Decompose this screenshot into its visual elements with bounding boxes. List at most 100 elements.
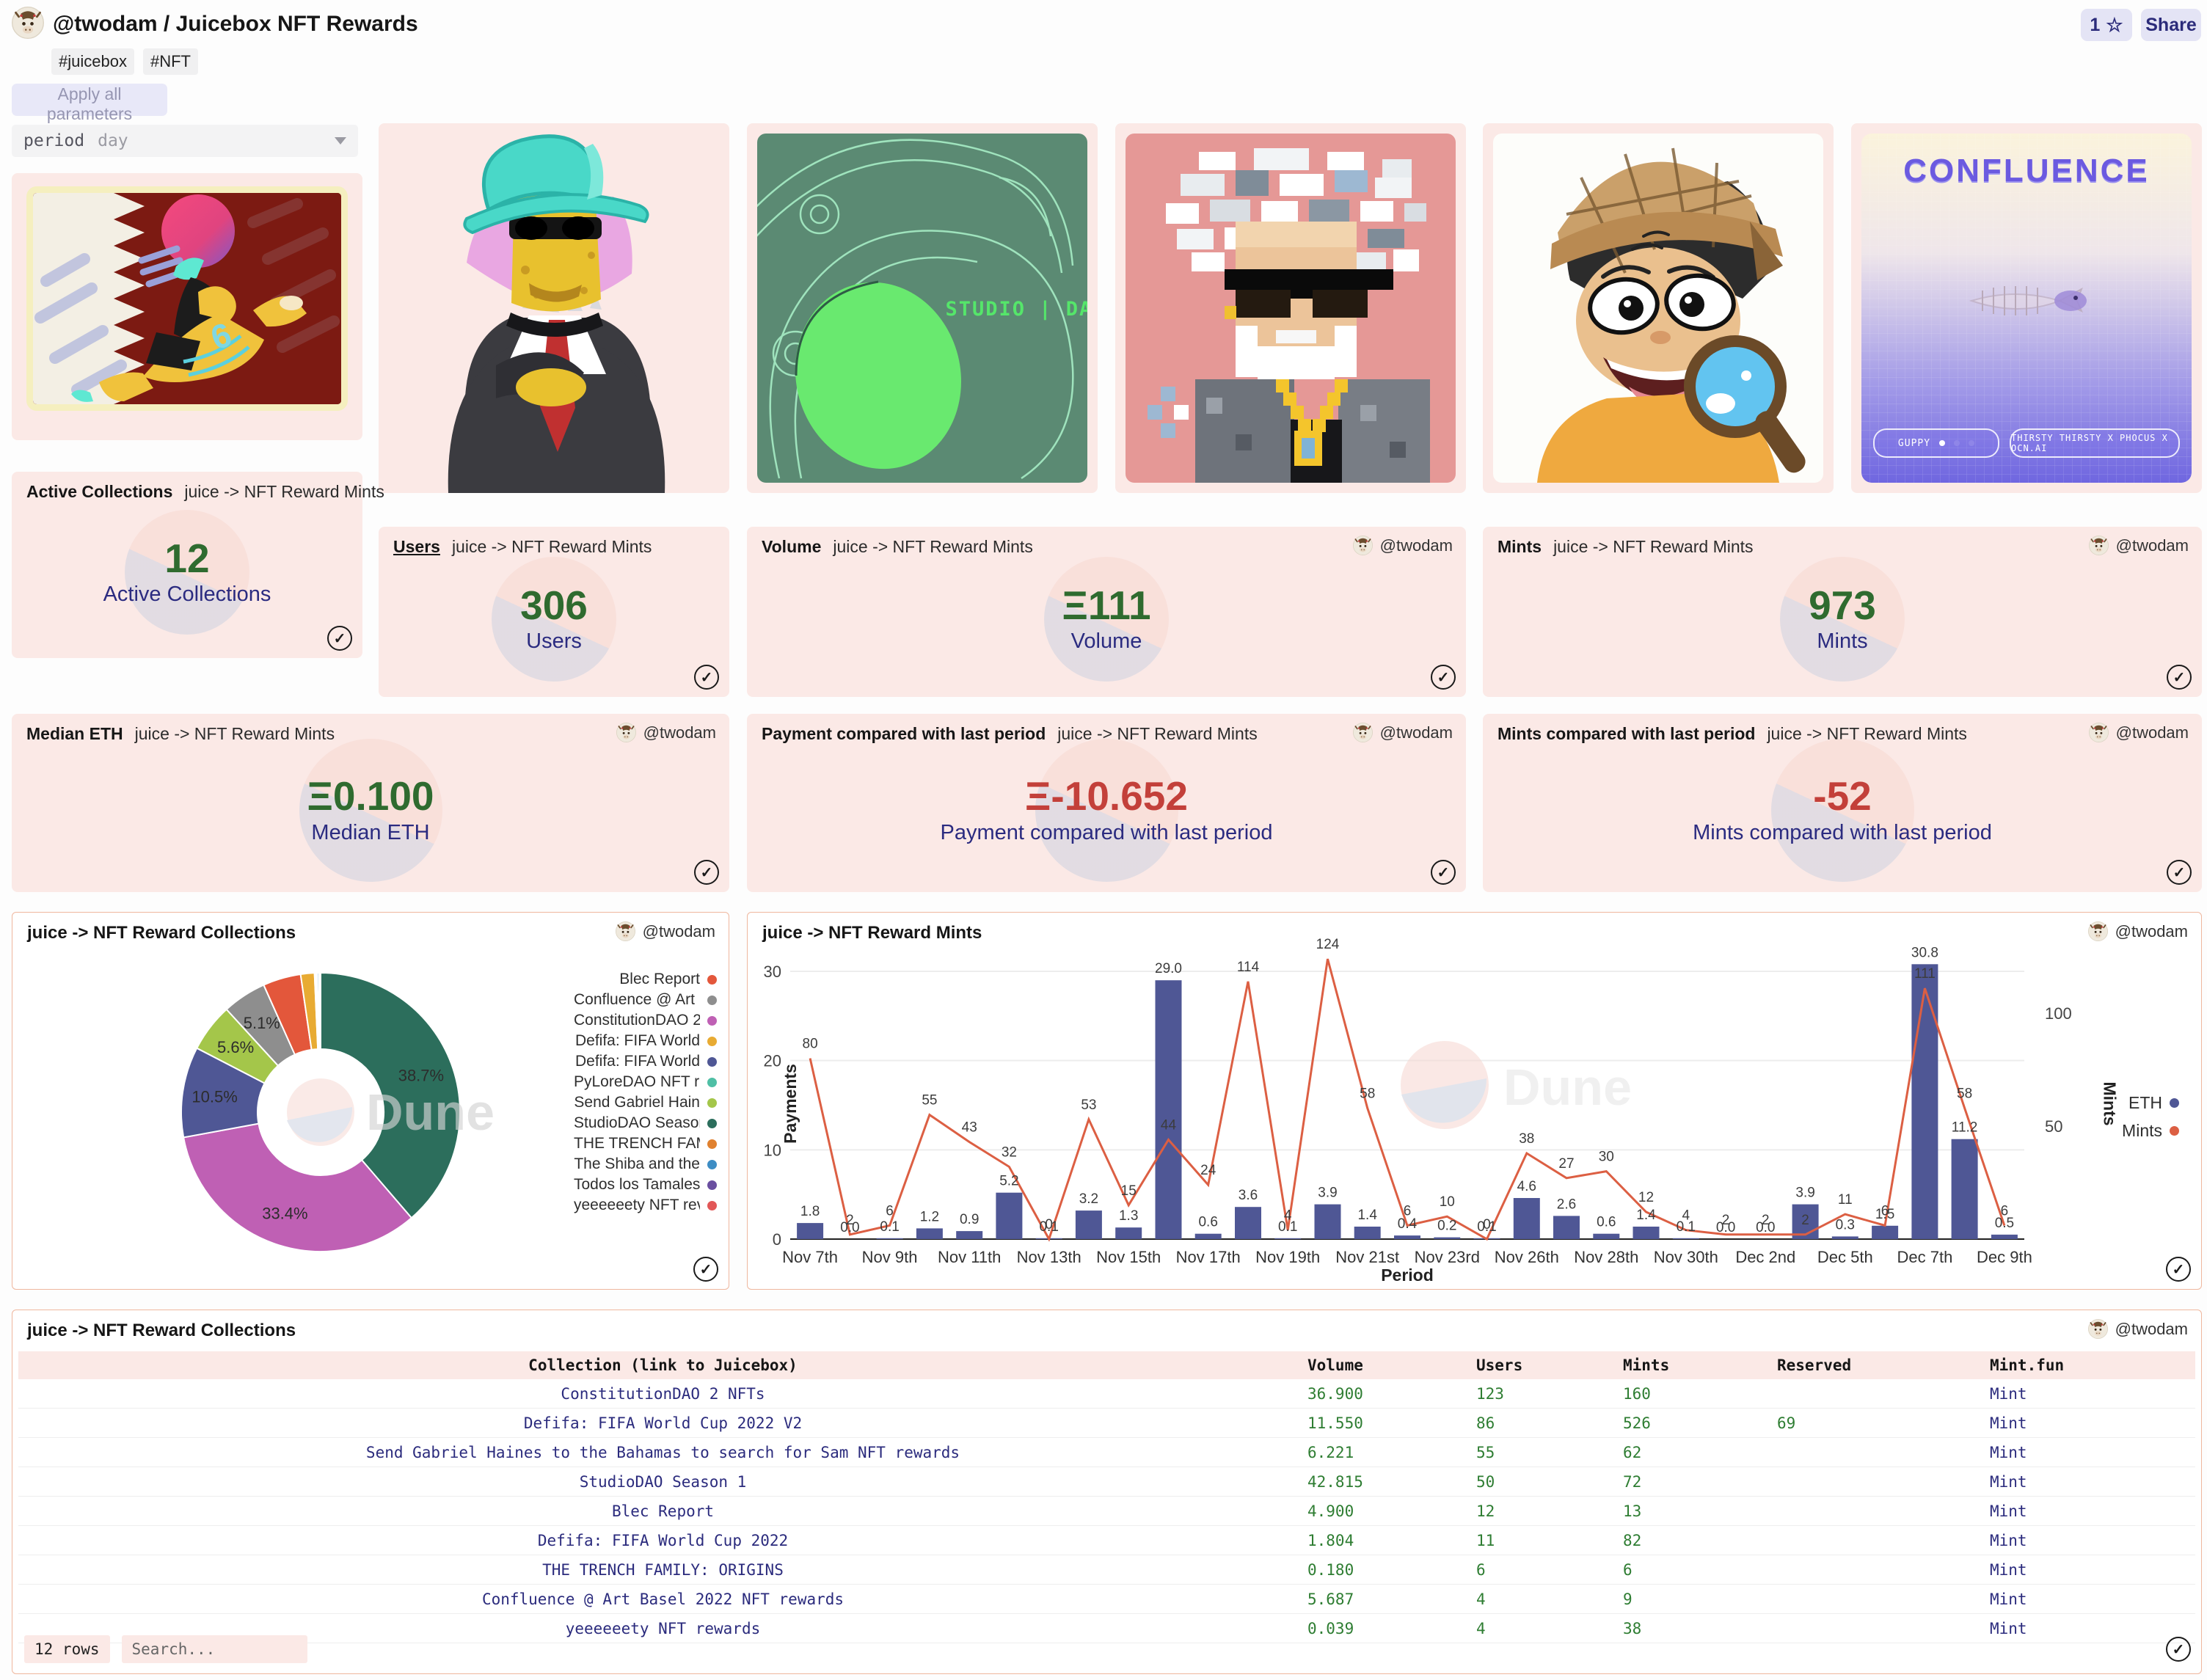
author-attribution[interactable]: @twodam	[1353, 723, 1453, 742]
author-attribution[interactable]: @twodam	[1353, 536, 1453, 555]
author-attribution[interactable]: @twodam	[2089, 723, 2189, 742]
author-attribution[interactable]: @twodam	[616, 723, 716, 742]
mintfun-link[interactable]: Mint	[1990, 1502, 2195, 1520]
users-cell: 123	[1476, 1385, 1623, 1403]
widget-active-collections[interactable]: Active Collections juice -> NFT Reward M…	[12, 472, 362, 658]
users-cell: 4	[1476, 1620, 1623, 1637]
collection-link[interactable]: StudioDAO Season 1	[18, 1473, 1307, 1491]
col-header-reserved: Reserved	[1777, 1356, 1990, 1374]
volume-cell: 42.815	[1307, 1473, 1476, 1491]
mintfun-link[interactable]: Mint	[1990, 1532, 2195, 1549]
legend-item[interactable]: ETH	[2122, 1095, 2179, 1111]
svg-text:3.9: 3.9	[1318, 1186, 1337, 1201]
legend-item[interactable]: Defifa: FIFA World	[574, 1033, 717, 1049]
svg-text:1.4: 1.4	[1357, 1208, 1377, 1223]
legend-item[interactable]: Mints	[2122, 1122, 2179, 1139]
svg-text:4: 4	[1284, 1208, 1292, 1224]
widget-collections-table[interactable]: juice -> NFT Reward Collections @twodam …	[12, 1310, 2202, 1674]
collection-link[interactable]: Defifa: FIFA World Cup 2022 V2	[18, 1414, 1307, 1432]
confluence-poster: CONFLUENCE GUPPY TH	[1861, 134, 2192, 483]
query-fresh-check-icon	[2166, 1637, 2191, 1662]
legend-item[interactable]: Confluence @ Art B	[574, 992, 717, 1008]
col-header-users: Users	[1476, 1356, 1623, 1374]
nft-tile-constitutiondao-artwork[interactable]	[1115, 123, 1466, 493]
widget-median-eth[interactable]: Median ETH juice -> NFT Reward Mints @tw…	[12, 714, 729, 892]
widget-title-link[interactable]: Users	[393, 537, 440, 557]
volume-cell: 11.550	[1307, 1414, 1476, 1432]
collection-link[interactable]: Defifa: FIFA World Cup 2022	[18, 1532, 1307, 1549]
mintfun-link[interactable]: Mint	[1990, 1561, 2195, 1579]
tag-juicebox[interactable]: #juicebox	[51, 48, 134, 75]
legend-item[interactable]: Send Gabriel Hain	[574, 1095, 717, 1111]
svg-text:0.2: 0.2	[1437, 1219, 1456, 1234]
legend-item[interactable]: StudioDAO Season	[574, 1115, 717, 1131]
nft-tile-defifa-artwork[interactable]: 9	[12, 173, 362, 440]
stat-label: Mints compared with last period	[1693, 821, 1992, 845]
svg-text:4.6: 4.6	[1517, 1179, 1536, 1194]
nft-tile-studiodao-artwork[interactable]: STUDIO | DAO	[747, 123, 1098, 493]
legend-item[interactable]: yeeeeeety NFT rev	[574, 1197, 717, 1213]
mintfun-link[interactable]: Mint	[1990, 1620, 2195, 1637]
author-attribution[interactable]: @twodam	[2089, 536, 2189, 555]
star-button[interactable]: 1	[2081, 9, 2132, 41]
collection-link[interactable]: ConstitutionDAO 2 NFTs	[18, 1385, 1307, 1403]
share-button[interactable]: Share	[2141, 9, 2201, 41]
legend-dot-icon	[707, 1139, 717, 1149]
svg-text:32: 32	[1002, 1144, 1017, 1160]
apply-all-parameters-button[interactable]: Apply all parameters	[12, 84, 167, 116]
mintfun-link[interactable]: Mint	[1990, 1444, 2195, 1461]
widget-mints[interactable]: Mints juice -> NFT Reward Mints @twodam …	[1483, 527, 2202, 697]
tag-nft[interactable]: #NFT	[143, 48, 198, 75]
col-header-mints: Mints	[1623, 1356, 1777, 1374]
svg-text:2: 2	[1722, 1213, 1730, 1228]
svg-text:15: 15	[1121, 1183, 1137, 1199]
search-input[interactable]	[122, 1635, 307, 1663]
nft-tile-confluence-artwork[interactable]: CONFLUENCE GUPPY TH	[1851, 123, 2202, 493]
collection-link[interactable]: Send Gabriel Haines to the Bahamas to se…	[18, 1444, 1307, 1461]
legend-item[interactable]: Todos los Tamales	[574, 1177, 717, 1193]
collection-link[interactable]: THE TRENCH FAMILY: ORIGINS	[18, 1561, 1307, 1579]
stat-label: Active Collections	[103, 582, 271, 607]
collection-link[interactable]: Confluence @ Art Basel 2022 NFT rewards	[18, 1590, 1307, 1608]
users-cell: 4	[1476, 1590, 1623, 1608]
stat-value: -52	[1813, 775, 1872, 818]
legend-item[interactable]: Defifa: FIFA World	[574, 1053, 717, 1070]
svg-text:Dune: Dune	[1503, 1059, 1632, 1116]
legend-item[interactable]: ConstitutionDAO 2	[574, 1012, 717, 1029]
mintfun-link[interactable]: Mint	[1990, 1414, 2195, 1432]
mintfun-link[interactable]: Mint	[1990, 1590, 2195, 1608]
confluence-pill-artists: THIRSTY THIRSTY X PHOCUS X OCN.AI	[2010, 428, 2180, 458]
widget-title: Active Collections	[26, 482, 172, 502]
widget-volume[interactable]: Volume juice -> NFT Reward Mints @twodam…	[747, 527, 1466, 697]
legend-item[interactable]: THE TRENCH FAM	[574, 1136, 717, 1152]
dashboard-owner-avatar[interactable]	[12, 6, 44, 40]
collection-link[interactable]: Blec Report	[18, 1502, 1307, 1520]
widget-users[interactable]: Users juice -> NFT Reward Mints 306 User…	[379, 527, 729, 697]
widget-donut-collections[interactable]: juice -> NFT Reward Collections @twodam …	[12, 912, 729, 1290]
svg-text:38.7%: 38.7%	[398, 1066, 444, 1084]
users-cell: 50	[1476, 1473, 1623, 1491]
svg-text:100: 100	[2045, 1004, 2072, 1023]
svg-text:11.2: 11.2	[1952, 1120, 1978, 1136]
svg-text:Dune: Dune	[366, 1084, 495, 1141]
legend-item[interactable]: PyLoreDAO NFT re	[574, 1074, 717, 1090]
widget-mints-compared[interactable]: Mints compared with last period juice ->…	[1483, 714, 2202, 892]
mintfun-link[interactable]: Mint	[1990, 1473, 2195, 1491]
period-dropdown[interactable]: period day	[12, 125, 358, 157]
svg-text:Nov 15th: Nov 15th	[1096, 1248, 1161, 1266]
nft-tile-blec-report-artwork[interactable]	[379, 123, 729, 493]
collection-link[interactable]: yeeeeeety NFT rewards	[18, 1620, 1307, 1637]
page-title: @twodam / Juicebox NFT Rewards	[53, 12, 418, 37]
legend-item[interactable]: Blec Report	[574, 971, 717, 987]
legend-dot-icon	[707, 1078, 717, 1087]
svg-text:29.0: 29.0	[1155, 961, 1182, 976]
mintfun-link[interactable]: Mint	[1990, 1385, 2195, 1403]
studiodao-artwork: STUDIO | DAO	[757, 134, 1087, 483]
widget-mints-chart[interactable]: juice -> NFT Reward Mints @twodam 010203…	[747, 912, 2202, 1290]
widget-payment-compared[interactable]: Payment compared with last period juice …	[747, 714, 1466, 892]
detective-artwork	[1493, 134, 1823, 483]
legend-item[interactable]: The Shiba and the	[574, 1156, 717, 1172]
legend-label: ETH	[2128, 1093, 2162, 1113]
author-attribution[interactable]: @twodam	[2088, 1319, 2188, 1339]
nft-tile-detective-artwork[interactable]	[1483, 123, 1834, 493]
